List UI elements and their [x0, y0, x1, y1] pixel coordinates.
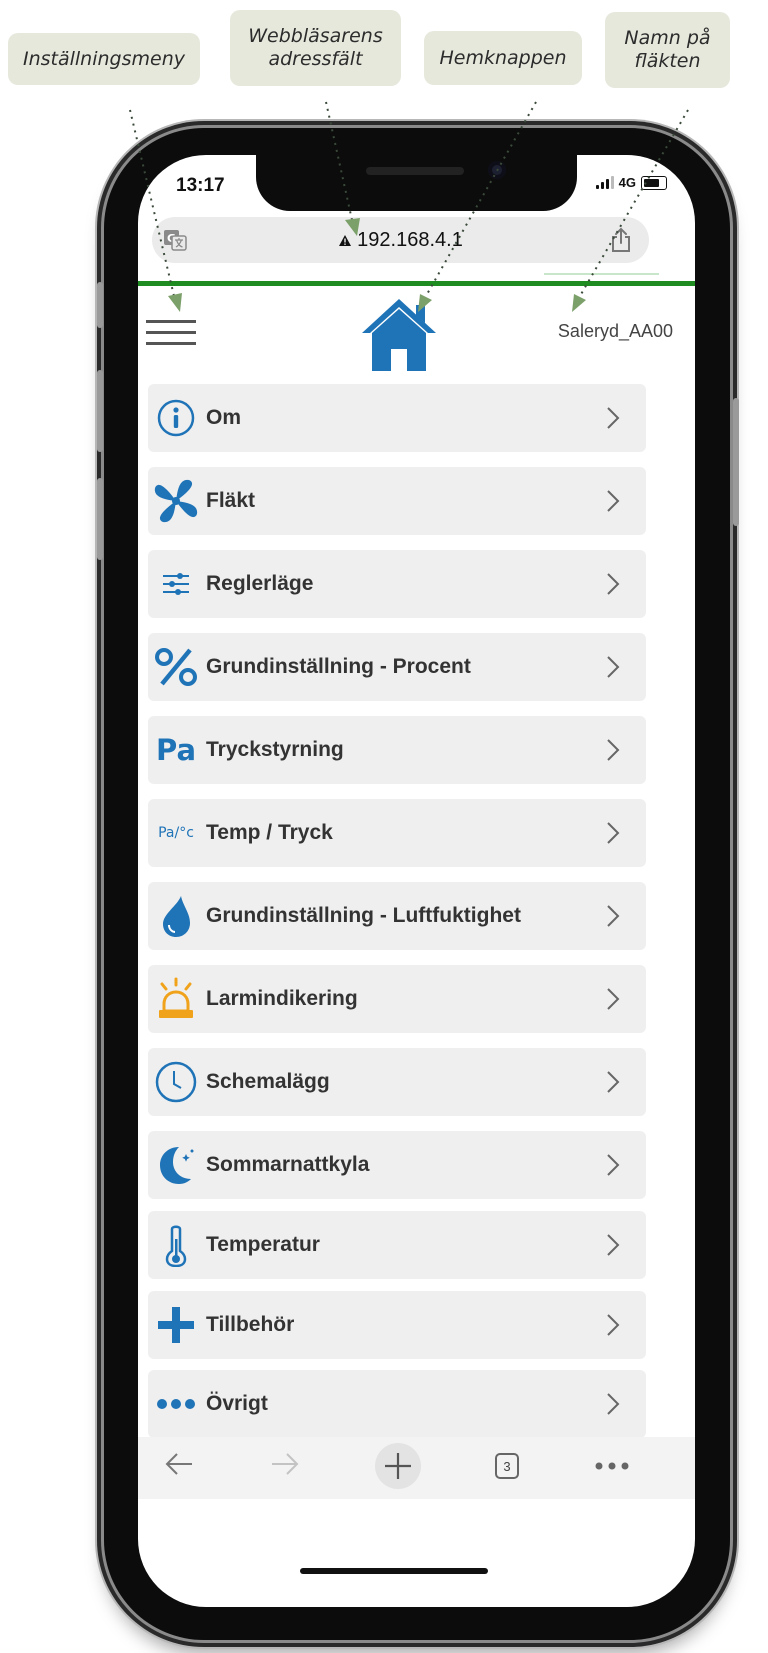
- callout-leader-lines: [129, 101, 689, 312]
